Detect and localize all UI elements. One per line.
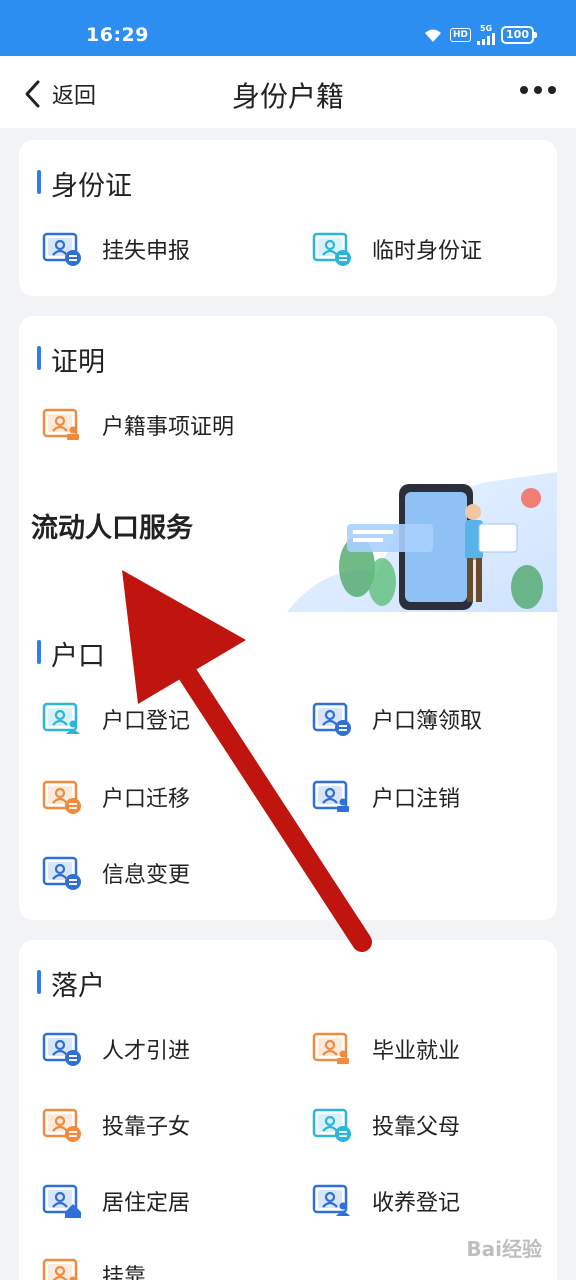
id-card-icon	[312, 1032, 352, 1066]
id-card-icon	[312, 1184, 352, 1218]
menu-item-info-change[interactable]: 信息变更	[42, 856, 190, 890]
battery-icon: 100	[501, 26, 537, 44]
menu-item-household-proof[interactable]: 户籍事项证明	[42, 408, 234, 442]
banner-title: 流动人口服务	[31, 513, 193, 544]
menu-item-hukou-cancel[interactable]: 户口注销	[312, 780, 460, 814]
more-menu-button[interactable]	[520, 86, 556, 94]
id-card-icon	[42, 780, 82, 814]
page-title: 身份户籍	[231, 80, 344, 113]
section-id-card: 身份证 挂失申报 临时身份证	[19, 140, 557, 296]
menu-item-join-parents[interactable]: 投靠父母	[312, 1108, 460, 1142]
status-time: 16:29	[86, 24, 149, 46]
wifi-icon	[425, 29, 442, 42]
id-card-icon	[42, 408, 82, 442]
id-card-icon	[42, 1032, 82, 1066]
section-title: 身份证	[37, 164, 132, 203]
menu-item-temp-id[interactable]: 临时身份证	[312, 232, 482, 266]
section-title: 落户	[37, 964, 105, 1003]
id-card-icon	[312, 232, 352, 266]
id-card-icon	[42, 232, 82, 266]
id-card-icon	[42, 1258, 82, 1280]
section-proof-hukou: 证明 户籍事项证明 户口 户口登记 户口簿领取 户口迁移 户口注销 信息变更	[19, 316, 557, 920]
id-card-icon	[42, 702, 82, 736]
section-title: 证明	[37, 340, 105, 379]
menu-item-hukou-register[interactable]: 户口登记	[42, 702, 190, 736]
menu-item-talent[interactable]: 人才引进	[42, 1032, 190, 1066]
id-card-icon	[42, 856, 82, 890]
menu-item-loss-report[interactable]: 挂失申报	[42, 232, 190, 266]
status-bar: 16:29 HD 5G 100	[0, 0, 576, 56]
menu-item-adoption[interactable]: 收养登记	[312, 1184, 460, 1218]
watermark: Bai经验	[466, 1237, 542, 1261]
status-icons: HD 5G 100	[422, 25, 537, 45]
migrant-service-banner[interactable]: 流动人口服务	[19, 472, 557, 612]
signal-icon: 5G	[477, 25, 496, 45]
hd-badge: HD	[450, 28, 472, 42]
id-card-icon	[312, 702, 352, 736]
id-card-icon	[312, 780, 352, 814]
id-card-icon	[312, 1108, 352, 1142]
menu-item-join-children[interactable]: 投靠子女	[42, 1108, 190, 1142]
id-card-icon	[42, 1108, 82, 1142]
phone-illustration-icon	[287, 472, 557, 612]
menu-item-hukou-book[interactable]: 户口簿领取	[312, 702, 482, 736]
menu-item-residence[interactable]: 居住定居	[42, 1184, 190, 1218]
menu-item-graduate[interactable]: 毕业就业	[312, 1032, 460, 1066]
menu-item-affiliate[interactable]: 挂靠	[42, 1258, 146, 1280]
section-title: 户口	[37, 634, 105, 673]
section-settle: 落户 人才引进 毕业就业 投靠子女 投靠父母 居住定居 收养登记 挂靠	[19, 940, 557, 1280]
id-card-icon	[42, 1184, 82, 1218]
nav-bar: 返回 身份户籍	[0, 56, 576, 128]
menu-item-hukou-transfer[interactable]: 户口迁移	[42, 780, 190, 814]
